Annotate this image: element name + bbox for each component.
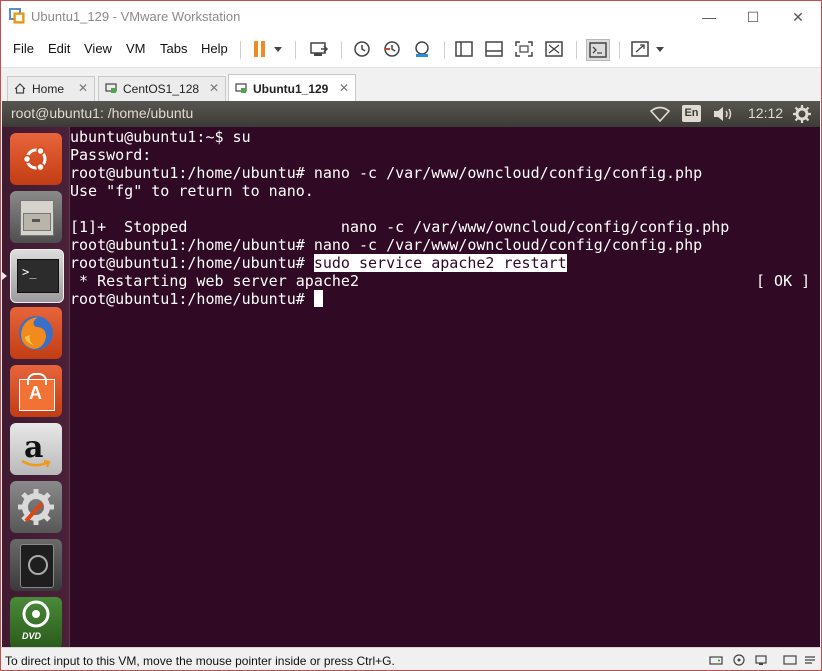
- vm-icon: [235, 83, 247, 93]
- snapshot-icon[interactable]: [351, 39, 373, 59]
- toolbar-separator: [341, 41, 342, 59]
- terminal-cursor: [313, 290, 323, 307]
- close-tab-icon[interactable]: ✕: [78, 81, 88, 95]
- send-ctrl-alt-del-icon[interactable]: [308, 39, 330, 59]
- toolbar-separator: [295, 41, 296, 59]
- system-settings-icon[interactable]: [10, 481, 62, 533]
- toolbar-separator: [576, 41, 577, 59]
- ok-status: [ OK ]: [756, 272, 811, 290]
- guest-top-panel: root@ubuntu1: /home/ubuntu En 12:12: [2, 101, 820, 127]
- terminal-line: root@ubuntu1:/home/ubuntu#: [70, 290, 323, 308]
- network-status-icon[interactable]: [754, 654, 768, 666]
- terminal-line: root@ubuntu1:/home/ubuntu# nano -c /var/…: [70, 164, 703, 182]
- close-tab-icon[interactable]: ✕: [209, 81, 219, 95]
- menu-bar: File Edit View VM Tabs Help: [1, 33, 821, 65]
- wifi-icon[interactable]: [650, 106, 670, 122]
- cd-status-icon[interactable]: [732, 654, 746, 666]
- show-library-icon[interactable]: [453, 39, 475, 59]
- tab-label: CentOS1_128: [123, 82, 200, 96]
- shell-prompt: root@ubuntu1:/home/ubuntu#: [70, 290, 314, 308]
- menu-vm[interactable]: VM: [126, 41, 146, 56]
- stretch-dropdown-icon[interactable]: [653, 39, 667, 59]
- menu-edit[interactable]: Edit: [48, 41, 70, 56]
- active-app-indicator: [2, 272, 7, 280]
- vm-icon: [105, 83, 117, 93]
- stretch-guest-icon[interactable]: [629, 39, 651, 59]
- close-window-button[interactable]: ✕: [781, 5, 815, 29]
- full-screen-icon[interactable]: [513, 39, 535, 59]
- menu-help[interactable]: Help: [201, 41, 228, 56]
- disk-icon[interactable]: [10, 539, 62, 591]
- firefox-icon[interactable]: [10, 307, 62, 359]
- toolbar-separator: [240, 41, 241, 59]
- keyboard-layout-indicator[interactable]: En: [682, 105, 701, 122]
- title-bar: Ubuntu1_129 - VMware Workstation — ☐ ✕: [1, 1, 821, 33]
- guest-clock[interactable]: 12:12: [748, 105, 783, 121]
- volume-icon[interactable]: [712, 106, 734, 122]
- files-icon[interactable]: [10, 191, 62, 243]
- terminal-line: * Restarting web server apache2: [70, 272, 359, 290]
- snapshot-manager-icon[interactable]: [411, 39, 433, 59]
- pause-icon[interactable]: [249, 39, 271, 59]
- toolbar-separator: [444, 41, 445, 59]
- close-tab-icon[interactable]: ✕: [339, 81, 349, 95]
- home-icon: [14, 83, 26, 94]
- window-title: Ubuntu1_129 - VMware Workstation: [31, 9, 241, 24]
- selected-command[interactable]: sudo service apache2 restart: [313, 254, 567, 272]
- hard-disk-status-icon[interactable]: [709, 654, 723, 666]
- menu-tabs[interactable]: Tabs: [160, 41, 187, 56]
- guest-window-title: root@ubuntu1: /home/ubuntu: [11, 105, 194, 121]
- status-message: To direct input to this VM, move the mou…: [5, 654, 395, 668]
- terminal-line: root@ubuntu1:/home/ubuntu# sudo service …: [70, 254, 567, 272]
- terminal-line: Use "fg" to return to nano.: [70, 182, 314, 200]
- tab-home[interactable]: Home ✕: [7, 76, 95, 102]
- minimize-button[interactable]: —: [692, 5, 726, 29]
- toolbar-separator: [619, 41, 620, 59]
- shell-prompt: root@ubuntu1:/home/ubuntu#: [70, 254, 314, 272]
- console-view-icon[interactable]: [586, 39, 610, 61]
- terminal-line: [1]+ Stopped nano -c /var/www/owncloud/c…: [70, 218, 730, 236]
- terminal-icon[interactable]: >_: [10, 249, 64, 303]
- display-status-icon[interactable]: [783, 654, 797, 666]
- unity-launcher: >_ A a DVD: [2, 127, 70, 647]
- menu-view[interactable]: View: [84, 41, 112, 56]
- status-bar: To direct input to this VM, move the mou…: [1, 647, 821, 670]
- tab-label: Home: [32, 82, 65, 96]
- maximize-button[interactable]: ☐: [736, 5, 770, 29]
- amazon-icon[interactable]: a: [10, 423, 62, 475]
- ubuntu-dash-icon[interactable]: [10, 133, 62, 185]
- tab-ubuntu[interactable]: Ubuntu1_129 ✕: [228, 74, 356, 103]
- system-gear-icon[interactable]: [793, 105, 811, 123]
- menu-file[interactable]: File: [13, 41, 34, 56]
- terminal-line: Password:: [70, 146, 152, 164]
- power-dropdown-icon[interactable]: [271, 39, 285, 59]
- dvd-icon[interactable]: DVD: [10, 597, 62, 647]
- terminal-window[interactable]: ubuntu@ubuntu1:~$ su Password: root@ubun…: [70, 127, 820, 647]
- revert-snapshot-icon[interactable]: [381, 39, 403, 59]
- tab-centos[interactable]: CentOS1_128 ✕: [98, 76, 226, 102]
- tab-label: Ubuntu1_129: [253, 82, 329, 96]
- tab-bar: Home ✕ CentOS1_128 ✕ Ubuntu1_129 ✕: [1, 67, 821, 103]
- terminal-line: root@ubuntu1:/home/ubuntu# nano -c /var/…: [70, 236, 703, 254]
- message-log-icon[interactable]: [803, 654, 817, 666]
- software-center-icon[interactable]: A: [10, 365, 62, 417]
- terminal-line: ubuntu@ubuntu1:~$ su: [70, 128, 251, 146]
- thumbnail-bar-icon[interactable]: [483, 39, 505, 59]
- vmware-app-icon: [9, 8, 25, 24]
- vmware-window: Ubuntu1_129 - VMware Workstation — ☐ ✕ F…: [0, 0, 822, 671]
- unity-mode-icon[interactable]: [543, 39, 565, 59]
